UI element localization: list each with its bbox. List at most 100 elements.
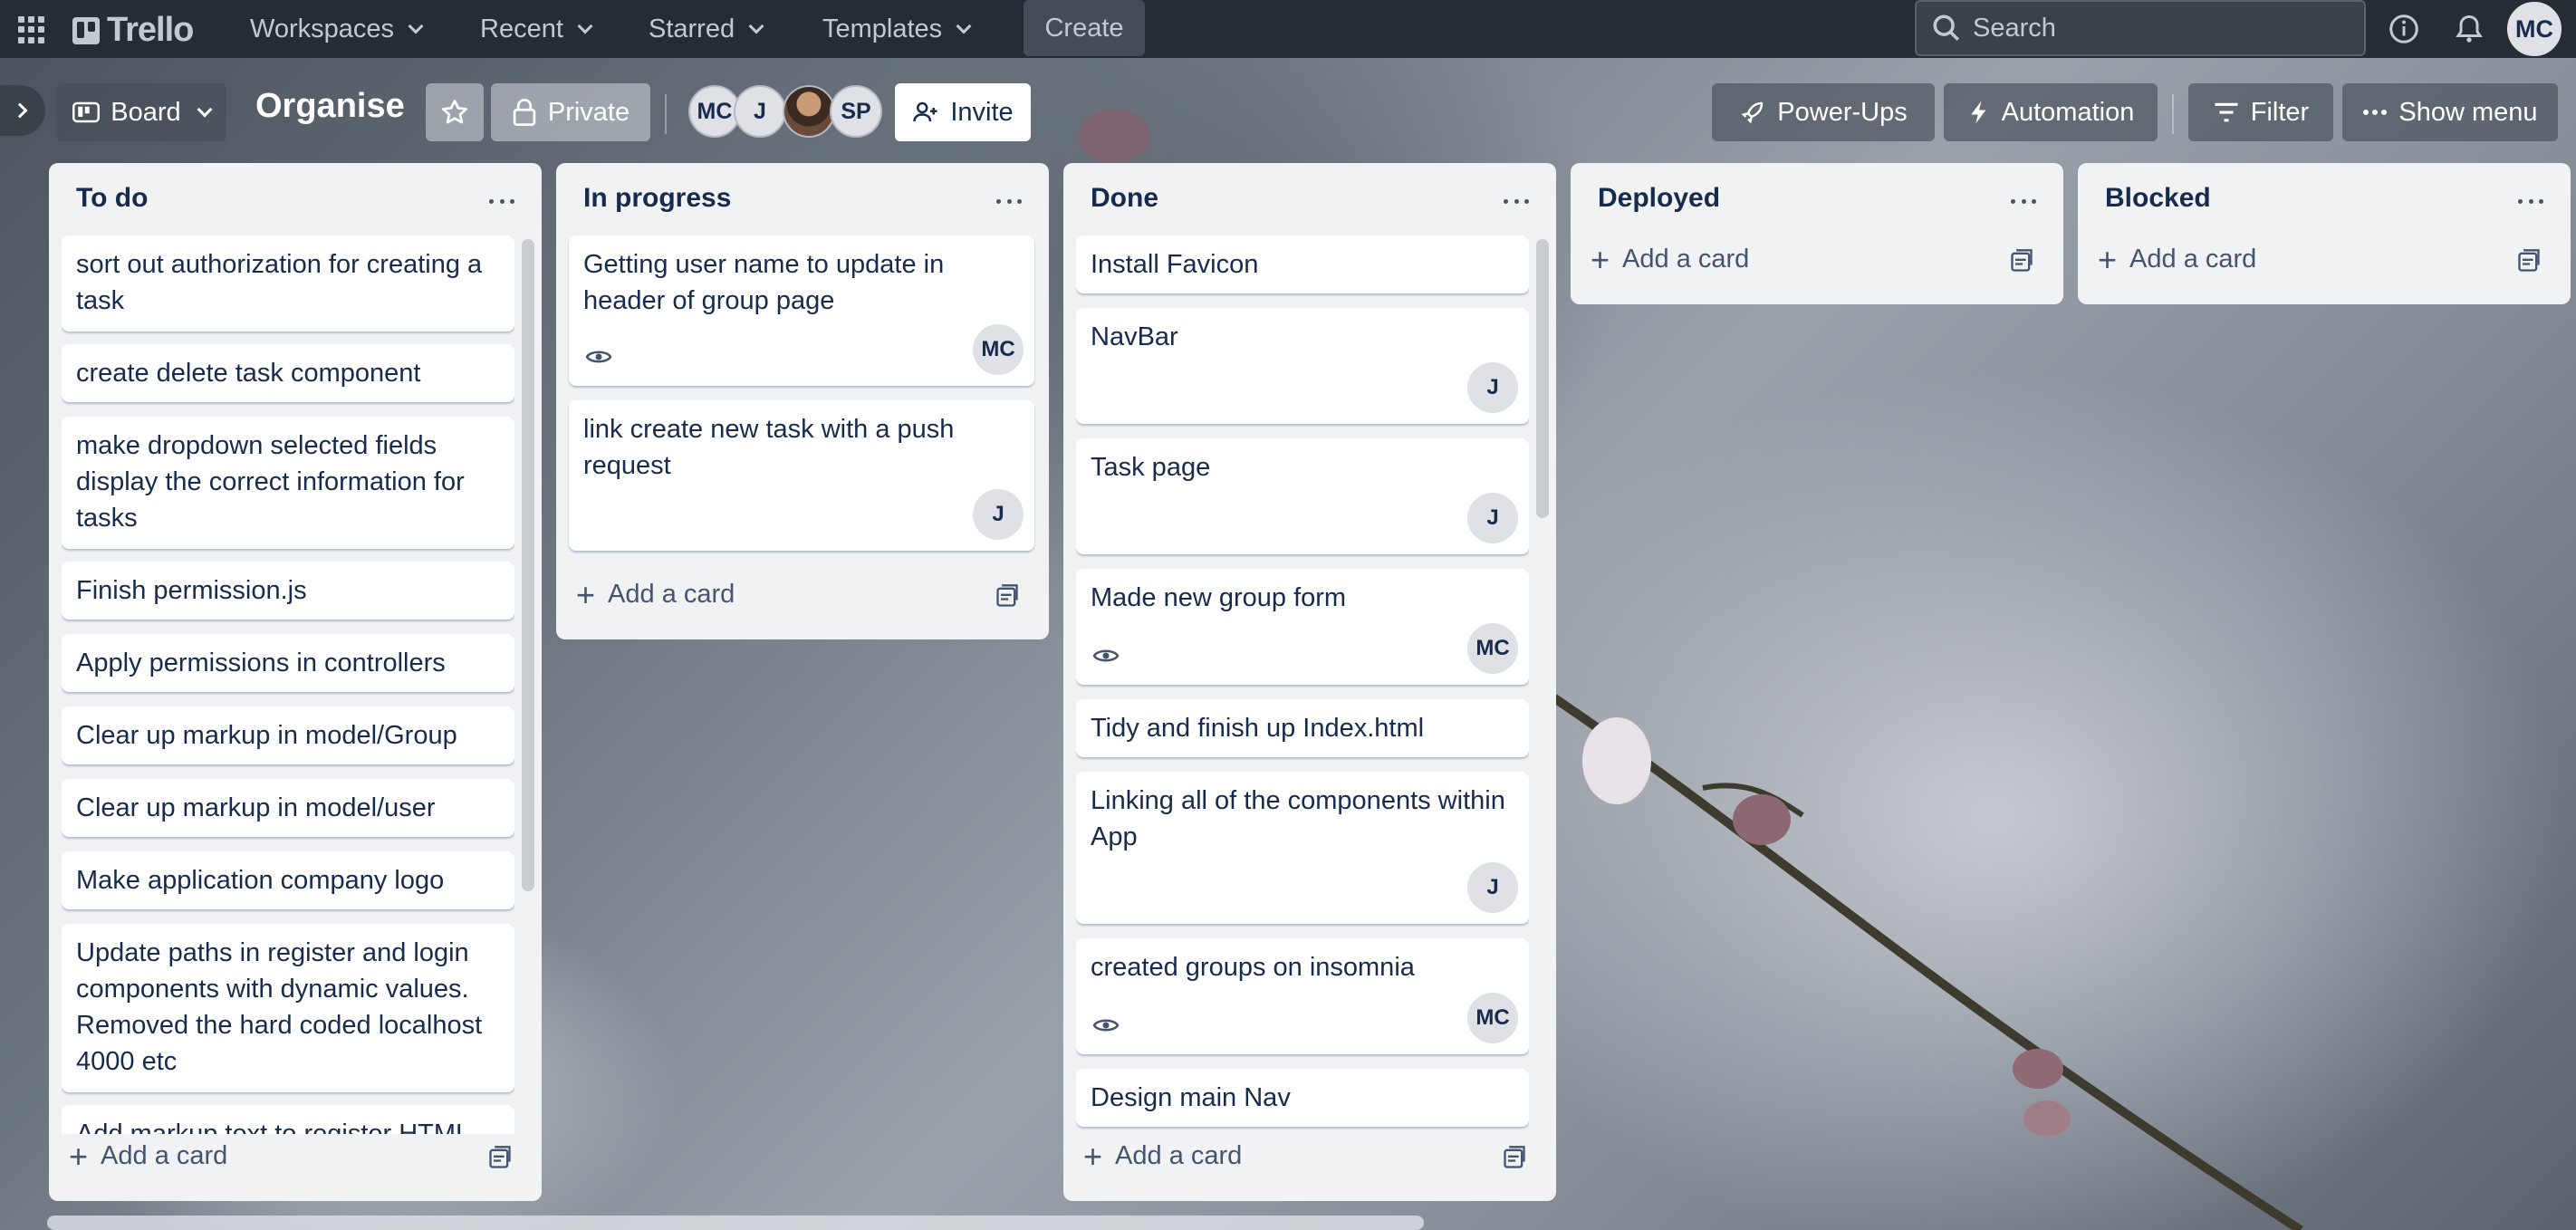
card-member-avatar[interactable]: J (1467, 862, 1518, 913)
board-view-switcher[interactable]: Board (56, 83, 226, 141)
automation-button[interactable]: Automation (1944, 83, 2158, 141)
recent-menu[interactable]: Recent (471, 7, 600, 51)
card[interactable]: Clear up markup in model/user (62, 779, 514, 837)
show-menu-button[interactable]: Show menu (2342, 83, 2558, 141)
card[interactable]: Clear up markup in model/Group (62, 706, 514, 764)
workspaces-menu[interactable]: Workspaces (241, 7, 430, 51)
star-icon (442, 100, 467, 124)
create-from-template-icon[interactable] (2516, 248, 2542, 274)
card[interactable]: create delete task component (62, 344, 514, 402)
list-scrollbar[interactable] (522, 239, 534, 891)
visibility-button[interactable]: Private (491, 83, 650, 141)
templates-menu[interactable]: Templates (813, 7, 978, 51)
add-card-button[interactable]: + Add a card (1591, 243, 1750, 275)
card-title: Getting user name to update in header of… (583, 250, 945, 315)
add-card-button[interactable]: + Add a card (2098, 243, 2256, 275)
card[interactable]: Design main Nav (1076, 1069, 1529, 1127)
info-icon[interactable] (2388, 13, 2420, 45)
show-menu-label: Show menu (2398, 97, 2538, 127)
list-menu-button[interactable] (2513, 183, 2549, 219)
member-initials: J (1486, 375, 1499, 399)
create-from-template-icon[interactable] (487, 1145, 513, 1170)
list-menu-button[interactable] (1498, 183, 1534, 219)
card[interactable]: Add markup text to register HTML (62, 1105, 514, 1134)
invite-button[interactable]: Invite (895, 83, 1031, 141)
card-member-avatar[interactable]: J (1467, 493, 1518, 543)
filter-button[interactable]: Filter (2188, 83, 2333, 141)
card-title: Add markup text to register HTML (76, 1119, 471, 1134)
member-avatar-sp[interactable]: SP (830, 85, 882, 138)
card-title: Install Favicon (1091, 250, 1259, 279)
list-menu-button[interactable] (484, 183, 520, 219)
list-title[interactable]: To do (76, 183, 148, 214)
templates-label: Templates (822, 14, 943, 43)
member-avatar-j[interactable]: J (734, 85, 786, 138)
power-ups-button[interactable]: Power-Ups (1712, 83, 1935, 141)
trello-logo[interactable]: Trello (72, 11, 194, 50)
card[interactable]: Install Favicon (1076, 235, 1529, 293)
notifications-bell-icon[interactable] (2453, 13, 2485, 45)
lightning-icon (1970, 101, 1986, 124)
list-title[interactable]: In progress (583, 183, 731, 214)
add-card-button[interactable]: + Add a card (576, 578, 735, 610)
filter-label: Filter (2250, 97, 2310, 127)
card-title: NavBar (1091, 322, 1178, 351)
search-box[interactable] (1915, 0, 2366, 56)
chevron-down-icon (748, 18, 764, 34)
rocket-icon (1741, 101, 1764, 124)
filter-icon (2215, 102, 2238, 122)
chevron-down-icon (577, 18, 593, 34)
list-title[interactable]: Blocked (2105, 183, 2211, 214)
card[interactable]: sort out authorization for creating a ta… (62, 235, 514, 332)
card-title: Make application company logo (76, 866, 445, 895)
list-menu-button[interactable] (2005, 183, 2042, 219)
board-horizontal-scrollbar[interactable] (47, 1216, 1424, 1230)
list-title[interactable]: Deployed (1598, 183, 1720, 214)
card[interactable]: created groups on insomnia MC (1076, 938, 1529, 1054)
add-card-label: Add a card (1622, 245, 1750, 274)
user-avatar[interactable]: MC (2505, 0, 2563, 58)
card[interactable]: Finish permission.js (62, 562, 514, 620)
card-member-avatar[interactable]: MC (1467, 623, 1518, 674)
card-member-avatar[interactable]: J (973, 489, 1024, 540)
list-menu-button[interactable] (991, 183, 1027, 219)
card-title: Update paths in register and login compo… (76, 938, 483, 1076)
card[interactable]: Getting user name to update in header of… (569, 235, 1034, 386)
card[interactable]: link create new task with a push request… (569, 400, 1034, 551)
divider (2172, 94, 2174, 134)
list-scrollbar[interactable] (1536, 239, 1549, 518)
card[interactable]: Task page J (1076, 438, 1529, 554)
create-from-template-icon[interactable] (2009, 248, 2034, 274)
search-input[interactable] (1973, 13, 2335, 43)
app-switcher-icon[interactable] (18, 16, 45, 43)
card[interactable]: Make application company logo (62, 851, 514, 909)
create-button[interactable]: Create (1024, 0, 1145, 56)
card-member-avatar[interactable]: MC (973, 324, 1024, 375)
watching-eye-icon (585, 351, 612, 363)
recent-label: Recent (480, 14, 563, 43)
card[interactable]: Update paths in register and login compo… (62, 924, 514, 1092)
create-from-template-icon[interactable] (995, 583, 1020, 609)
starred-menu[interactable]: Starred (639, 7, 771, 51)
card-member-avatar[interactable]: MC (1467, 993, 1518, 1043)
card[interactable]: NavBar J (1076, 308, 1529, 424)
card-title: Clear up markup in model/Group (76, 721, 457, 750)
trello-logo-icon (72, 16, 100, 44)
card-title: Finish permission.js (76, 576, 307, 605)
member-initials: MC (697, 98, 733, 124)
add-card-button[interactable]: + Add a card (1083, 1139, 1242, 1172)
add-card-button[interactable]: + Add a card (69, 1139, 227, 1172)
card[interactable]: Tidy and finish up Index.html (1076, 699, 1529, 757)
card-member-avatar[interactable]: J (1467, 362, 1518, 413)
list-blocked: Blocked + Add a card (2078, 163, 2571, 304)
card[interactable]: make dropdown selected fields display th… (62, 417, 514, 549)
list-done: Done Install Favicon NavBar J Task page … (1063, 163, 1556, 1201)
star-board-button[interactable] (426, 83, 484, 141)
member-avatar-photo[interactable] (783, 85, 835, 138)
board-title[interactable]: Organise (255, 87, 405, 126)
card[interactable]: Made new group form MC (1076, 569, 1529, 685)
card[interactable]: Apply permissions in controllers (62, 634, 514, 692)
create-from-template-icon[interactable] (1502, 1145, 1527, 1170)
card[interactable]: Linking all of the components within App… (1076, 772, 1529, 924)
list-title[interactable]: Done (1091, 183, 1158, 214)
